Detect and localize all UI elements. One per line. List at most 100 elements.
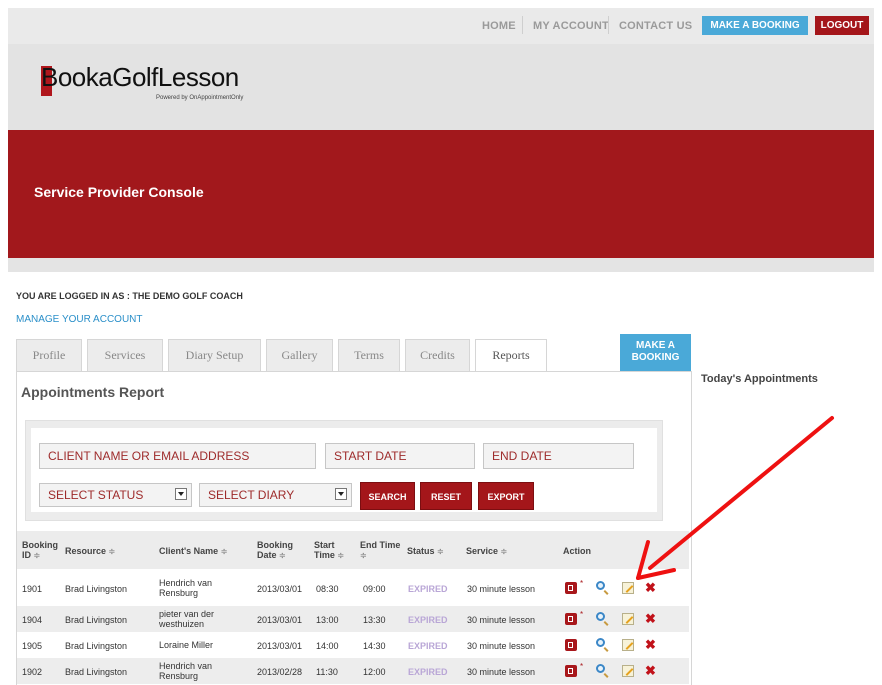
chevron-down-icon [335,488,347,500]
book-icon[interactable] [565,665,577,677]
tab-book-line2: BOOKING [631,352,680,363]
sort-icon: ≑ [500,547,508,556]
search-button[interactable]: SEARCH [360,482,415,510]
diary-select[interactable]: SELECT DIARY [199,483,352,507]
tab-credits[interactable]: Credits [405,339,470,372]
col-header-text: Date [257,550,277,560]
col-header-status[interactable]: Status ≑ [407,546,444,557]
client-name-cell: Hendrich van [159,661,213,671]
end-date-input[interactable]: END DATE [483,443,634,469]
booking-date-cell: 2013/02/28 [257,667,303,677]
col-header-text: Booking [257,540,293,550]
export-button[interactable]: EXPORT [478,482,534,510]
col-header-start-time[interactable]: Start Time ≑ [314,540,344,561]
view-magnifier-icon[interactable] [596,581,605,590]
logo[interactable]: BookaGolfLesson [41,62,239,93]
end-time-cell: 13:30 [363,615,386,625]
client-search-input[interactable]: CLIENT NAME OR EMAIL ADDRESS [39,443,316,469]
page-title: Service Provider Console [34,184,204,200]
nav-my-account-link[interactable]: MY ACCOUNT [533,20,609,32]
booking-id-cell: 1902 [22,667,43,677]
end-time-cell: 12:00 [363,667,386,677]
client-name-cell: westhuizen [159,619,205,629]
todays-appointments-heading: Today's Appointments [701,373,818,385]
sort-icon: ≑ [437,547,444,556]
sort-icon: ≑ [220,547,228,556]
col-header-text: Time [314,550,335,560]
edit-pencil-icon[interactable] [622,613,634,625]
delete-x-icon[interactable]: ✖ [645,664,656,677]
edit-pencil-icon[interactable] [622,665,634,677]
resource-cell: Brad Livingston [65,584,128,594]
manage-account-link[interactable]: MANAGE YOUR ACCOUNT [16,314,143,325]
col-header-booking-id[interactable]: Booking ID ≑ [22,540,58,561]
col-header-text: Booking [22,540,58,550]
view-magnifier-icon[interactable] [596,638,605,647]
logo-wordmark: ookaGolfLesson [57,62,239,92]
logout-button[interactable]: LOGOUT [815,16,869,35]
sort-icon: ≑ [279,551,286,560]
delete-x-icon[interactable]: ✖ [645,612,656,625]
book-icon[interactable] [565,613,577,625]
client-name-cell: Rensburg [159,588,199,598]
service-cell: 30 minute lesson [467,584,536,594]
make-booking-button[interactable]: MAKE A BOOKING [702,16,808,35]
book-icon[interactable] [565,639,577,651]
required-star-icon[interactable]: * [580,610,583,619]
tab-gallery[interactable]: Gallery [266,339,333,372]
tab-make-booking-button[interactable]: MAKE A BOOKING [620,334,691,371]
resource-cell: Brad Livingston [65,615,128,625]
booking-date-cell: 2013/03/01 [257,615,303,625]
tab-profile[interactable]: Profile [16,339,82,372]
end-time-cell: 09:00 [363,584,386,594]
col-header-resource[interactable]: Resource ≑ [65,546,115,557]
required-star-icon[interactable]: * [580,662,583,671]
status-select[interactable]: SELECT STATUS [39,483,192,507]
booking-id-cell: 1901 [22,584,43,594]
start-date-input[interactable]: START DATE [325,443,475,469]
delete-x-icon[interactable]: ✖ [645,638,656,651]
tab-terms[interactable]: Terms [338,339,400,372]
tab-book-line1: MAKE A [635,340,676,351]
edit-pencil-icon[interactable] [622,639,634,651]
start-time-cell: 13:00 [316,615,339,625]
col-header-service[interactable]: Service ≑ [466,546,507,557]
nav-divider [522,16,523,34]
service-cell: 30 minute lesson [467,615,536,625]
status-select-value: SELECT STATUS [48,488,144,502]
logo-initial: B [41,62,58,92]
logged-in-label: YOU ARE LOGGED IN AS : THE DEMO GOLF COA… [16,291,243,301]
view-magnifier-icon[interactable] [596,664,605,673]
resource-cell: Brad Livingston [65,667,128,677]
client-name-cell: Hendrich van [159,578,213,588]
booking-date-cell: 2013/03/01 [257,641,303,651]
logo-powered-by: Powered by OnAppointmentOnly [156,95,244,101]
reset-button[interactable]: RESET [420,482,472,510]
sort-icon: ≑ [360,551,367,560]
start-time-cell: 08:30 [316,584,339,594]
book-icon[interactable] [565,582,577,594]
status-badge: EXPIRED [408,667,448,677]
nav-contact-us-link[interactable]: CONTACT US [619,20,692,32]
col-header-text: Status [407,546,435,556]
service-cell: 30 minute lesson [467,641,536,651]
client-name-cell: Rensburg [159,671,199,681]
col-header-end-time[interactable]: End Time ≑ [360,540,400,561]
banner-divider [8,258,874,272]
status-badge: EXPIRED [408,584,448,594]
tab-diary-setup[interactable]: Diary Setup [168,339,261,372]
service-cell: 30 minute lesson [467,667,536,677]
col-header-text: Client's Name [159,546,219,556]
booking-id-cell: 1904 [22,615,43,625]
view-magnifier-icon[interactable] [596,612,605,621]
nav-home-link[interactable]: HOME [482,20,516,32]
tab-services[interactable]: Services [87,339,163,372]
col-header-booking-date[interactable]: Booking Date ≑ [257,540,293,561]
tab-reports[interactable]: Reports [475,339,547,373]
col-header-text: Service [466,546,499,556]
end-time-cell: 14:30 [363,641,386,651]
col-header-action: Action [563,546,591,556]
col-header-client-name[interactable]: Client's Name ≑ [159,546,227,557]
chevron-down-icon [175,488,187,500]
required-star-icon[interactable]: * [580,579,583,588]
